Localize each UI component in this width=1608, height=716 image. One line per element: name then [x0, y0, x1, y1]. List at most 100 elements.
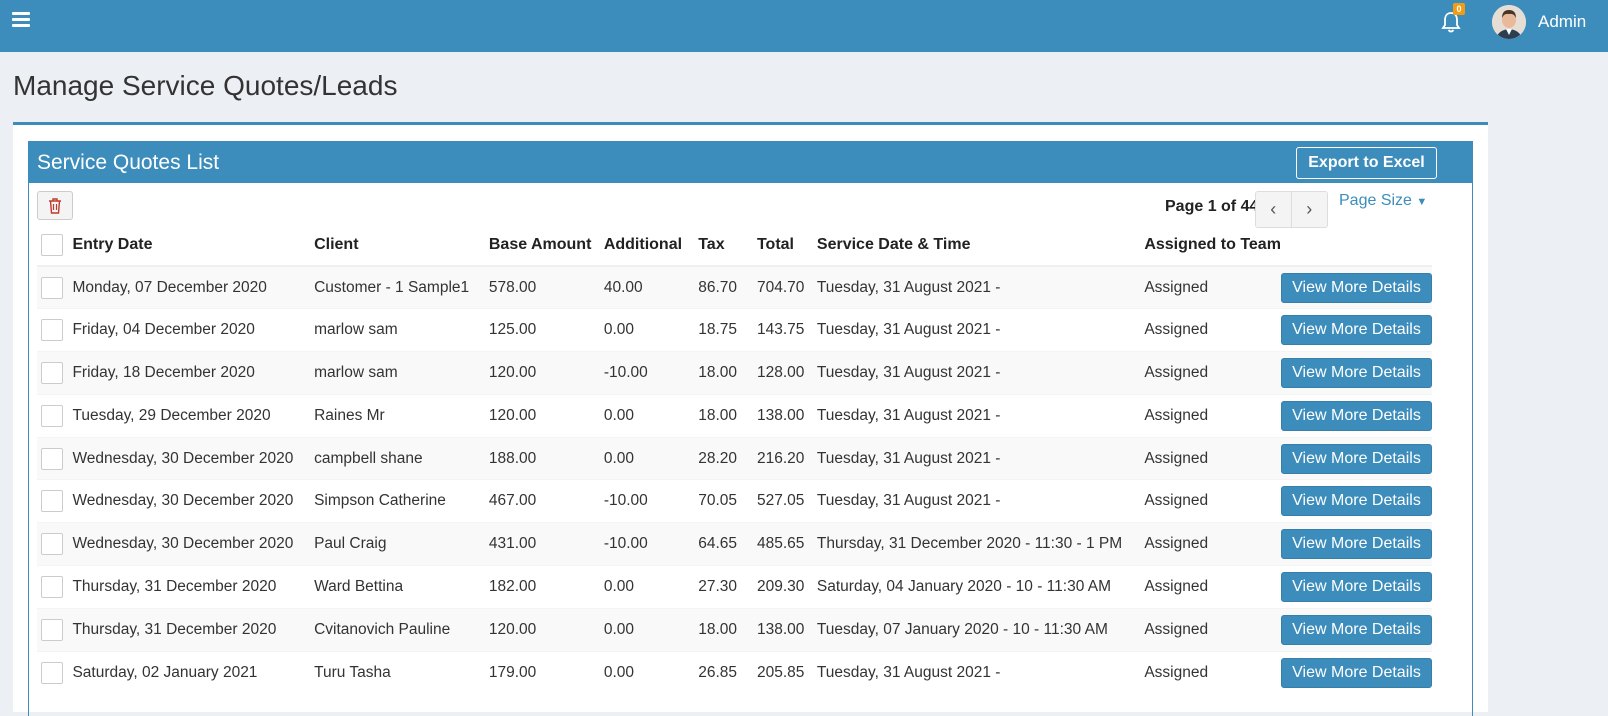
cell-entry-date: Wednesday, 30 December 2020 [72, 479, 315, 523]
chevron-right-icon: › [1306, 199, 1313, 219]
row-checkbox[interactable] [41, 319, 63, 342]
menu-toggle-icon[interactable] [12, 12, 30, 28]
delete-selected-button[interactable] [37, 191, 73, 220]
export-to-excel-button[interactable]: Export to Excel [1296, 147, 1437, 179]
view-more-details-button[interactable]: View More Details [1281, 614, 1432, 645]
view-more-details-button[interactable]: View More Details [1281, 400, 1432, 431]
cell-client: Paul Craig [314, 522, 489, 566]
column-header[interactable]: Base Amount [488, 224, 604, 267]
row-checkbox[interactable] [41, 404, 63, 427]
cell-service: Tuesday, 31 August 2021 - [816, 650, 1145, 694]
column-header[interactable]: Entry Date [72, 224, 315, 267]
table-row: Friday, 18 December 2020 marlow sam 120.00… [37, 351, 1432, 395]
cell-tax: 86.70 [698, 265, 757, 309]
cell-assigned: Assigned [1144, 436, 1281, 480]
view-more-details-button[interactable]: View More Details [1281, 443, 1432, 474]
user-name: Admin [1538, 12, 1587, 31]
service-quotes-table: Entry Date Client Base Amount Additional… [37, 224, 1432, 694]
column-header[interactable]: Additional [603, 224, 699, 267]
row-checkbox[interactable] [41, 575, 63, 598]
row-checkbox[interactable] [41, 361, 63, 384]
page-size-label: Page Size [1339, 192, 1412, 209]
cell-base: 467.00 [488, 479, 604, 523]
notification-count-badge: 0 [1453, 3, 1465, 15]
cell-tax: 28.20 [698, 436, 757, 480]
cell-assigned: Assigned [1144, 565, 1281, 609]
cell-base: 120.00 [488, 607, 604, 652]
cell-base: 431.00 [488, 522, 604, 566]
view-more-details-button[interactable]: View More Details [1281, 486, 1432, 517]
view-more-details-button[interactable]: View More Details [1281, 529, 1432, 560]
cell-entry-date: Thursday, 31 December 2020 [72, 607, 315, 652]
cell-service: Tuesday, 31 August 2021 - [816, 308, 1145, 352]
cell-tax: 26.85 [698, 650, 757, 694]
cell-total: 704.70 [756, 265, 817, 309]
cell-base: 182.00 [488, 565, 604, 609]
view-more-details-button[interactable]: View More Details [1281, 657, 1432, 688]
select-all-checkbox[interactable] [41, 233, 63, 256]
cell-service: Tuesday, 31 August 2021 - [816, 436, 1145, 480]
cell-client: Simpson Catherine [314, 479, 489, 523]
user-menu[interactable]: Admin [1492, 5, 1586, 39]
content-box: Service Quotes List Export to Excel Page… [13, 122, 1488, 716]
cell-assigned: Assigned [1144, 308, 1281, 352]
cell-total: 138.00 [756, 393, 817, 438]
cell-client: Customer - 1 Sample1 [314, 265, 489, 309]
cell-total: 138.00 [756, 607, 817, 652]
cell-entry-date: Friday, 18 December 2020 [72, 351, 315, 395]
view-more-details-button[interactable]: View More Details [1281, 571, 1432, 602]
cell-entry-date: Tuesday, 29 December 2020 [72, 393, 315, 438]
cell-client: campbell shane [314, 436, 489, 480]
cell-assigned: Assigned [1144, 650, 1281, 694]
cell-base: 120.00 [488, 393, 604, 438]
row-checkbox[interactable] [41, 661, 63, 684]
cell-additional: 0.00 [603, 565, 699, 609]
trash-icon [49, 197, 61, 214]
row-checkbox[interactable] [41, 533, 63, 556]
cell-service: Tuesday, 31 August 2021 - [816, 351, 1145, 395]
column-header[interactable]: Assigned to Team [1144, 224, 1281, 267]
table-row: Saturday, 02 January 2021 Turu Tasha 179.0… [37, 650, 1432, 694]
cell-base: 188.00 [488, 436, 604, 480]
cell-tax: 18.00 [698, 393, 757, 438]
pagination: ‹ › [1255, 191, 1328, 228]
row-checkbox[interactable] [41, 618, 63, 641]
cell-tax: 18.75 [698, 308, 757, 352]
cell-total: 143.75 [756, 308, 817, 352]
column-header[interactable]: Client [314, 224, 489, 267]
caret-down-icon: ▼ [1416, 196, 1428, 208]
view-more-details-button[interactable]: View More Details [1281, 315, 1432, 346]
cell-service: Tuesday, 07 January 2020 - 10 - 11:30 AM [816, 607, 1145, 652]
cell-entry-date: Thursday, 31 December 2020 [72, 565, 315, 609]
cell-assigned: Assigned [1144, 351, 1281, 395]
column-header[interactable]: Service Date & Time [816, 224, 1145, 267]
cell-client: Cvitanovich Pauline [314, 607, 489, 652]
next-page-button[interactable]: › [1291, 192, 1327, 227]
column-header[interactable]: Total [756, 224, 817, 267]
row-checkbox[interactable] [41, 447, 63, 470]
view-more-details-button[interactable]: View More Details [1281, 272, 1432, 303]
row-checkbox[interactable] [41, 276, 63, 299]
cell-service: Tuesday, 31 August 2021 - [816, 265, 1145, 309]
cell-service: Tuesday, 31 August 2021 - [816, 479, 1145, 523]
row-checkbox[interactable] [41, 490, 63, 513]
cell-tax: 64.65 [698, 522, 757, 566]
cell-tax: 70.05 [698, 479, 757, 523]
previous-page-button[interactable]: ‹ [1256, 192, 1292, 227]
view-more-details-button[interactable]: View More Details [1281, 357, 1432, 388]
cell-base: 578.00 [488, 265, 604, 309]
column-header[interactable]: Tax [698, 224, 757, 267]
table-row: Wednesday, 30 December 2020 Simpson Cathe… [37, 479, 1432, 523]
cell-client: marlow sam [314, 351, 489, 395]
cell-entry-date: Saturday, 02 January 2021 [72, 650, 315, 694]
cell-additional: 0.00 [603, 607, 699, 652]
page-size-dropdown[interactable]: Page Size ▼ [1339, 192, 1427, 210]
cell-tax: 27.30 [698, 565, 757, 609]
cell-client: marlow sam [314, 308, 489, 352]
cell-base: 125.00 [488, 308, 604, 352]
table-row: Friday, 04 December 2020 marlow sam 125.00… [37, 308, 1432, 352]
cell-assigned: Assigned [1144, 265, 1281, 309]
service-quotes-panel: Service Quotes List Export to Excel Page… [28, 141, 1473, 716]
cell-total: 128.00 [756, 351, 817, 395]
table-row: Wednesday, 30 December 2020 campbell shan… [37, 436, 1432, 480]
